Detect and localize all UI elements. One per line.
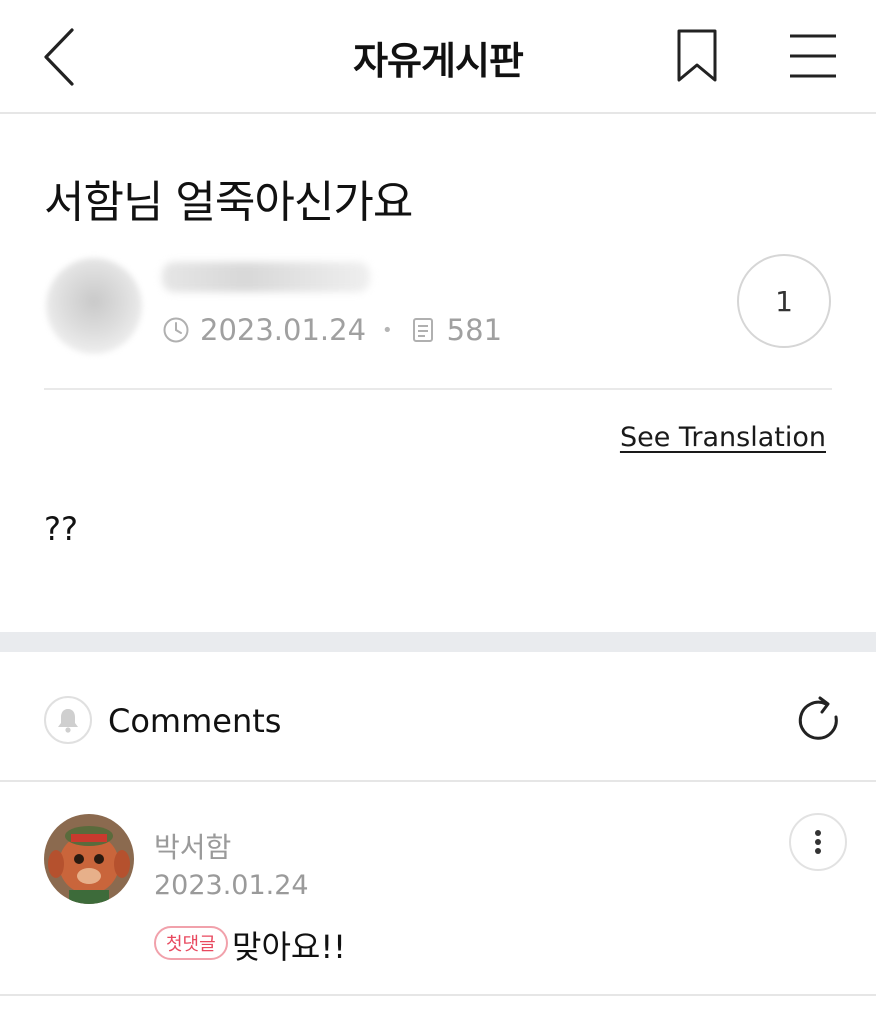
meta-separator: • bbox=[382, 319, 393, 341]
divider bbox=[44, 388, 832, 390]
avatar[interactable] bbox=[44, 814, 134, 904]
refresh-icon bbox=[798, 696, 838, 740]
menu-button[interactable] bbox=[782, 26, 844, 86]
clock-icon bbox=[163, 317, 189, 343]
refresh-button[interactable] bbox=[790, 692, 846, 748]
comment-text: 맞아요!! bbox=[232, 928, 346, 966]
comments-label: Comments bbox=[108, 702, 282, 740]
bookmark-button[interactable] bbox=[668, 24, 726, 88]
notification-toggle[interactable] bbox=[44, 696, 92, 744]
post-meta: 2023.01.24 • 581 bbox=[162, 310, 502, 350]
comment-author[interactable]: 박서함 bbox=[154, 826, 231, 866]
comments-header: Comments bbox=[0, 652, 876, 782]
avatar-image bbox=[44, 814, 134, 904]
post-title: 서함님 얼죽아신가요 bbox=[44, 177, 413, 228]
bell-icon bbox=[58, 709, 78, 733]
author-name[interactable] bbox=[162, 262, 370, 292]
author-avatar[interactable] bbox=[46, 258, 142, 354]
bookmark-icon bbox=[677, 29, 717, 82]
like-count-button[interactable]: 1 bbox=[737, 254, 831, 348]
comment-date: 2023.01.24 bbox=[154, 870, 309, 901]
first-comment-badge: 첫댓글 bbox=[154, 926, 228, 960]
comment-more-button[interactable] bbox=[789, 813, 847, 871]
comment-item: 박서함 2023.01.24 첫댓글 맞아요!! bbox=[0, 782, 876, 996]
document-icon bbox=[412, 318, 433, 342]
page-title: 자유게시판 bbox=[353, 39, 524, 83]
see-translation-link[interactable]: See Translation bbox=[620, 422, 826, 453]
view-count: 581 bbox=[446, 313, 503, 347]
hamburger-menu-icon bbox=[790, 34, 836, 78]
post-body: ?? bbox=[44, 510, 78, 548]
section-separator bbox=[0, 632, 876, 652]
top-bar: 자유게시판 bbox=[0, 0, 876, 114]
more-vertical-icon bbox=[815, 830, 821, 854]
post-date: 2023.01.24 bbox=[200, 313, 367, 347]
